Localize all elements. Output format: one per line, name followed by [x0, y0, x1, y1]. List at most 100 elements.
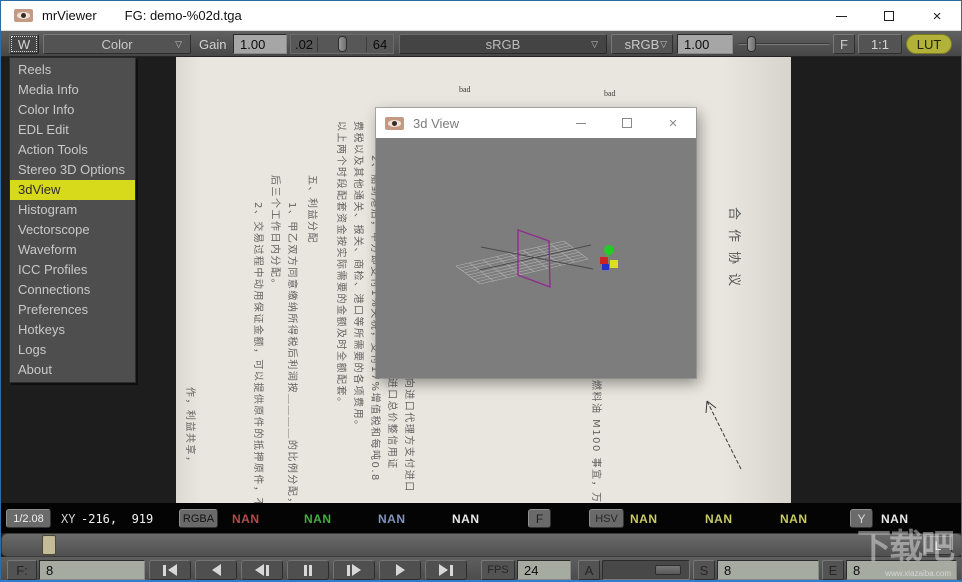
mrviewer-window: mrViewer FG: demo-%02d.tga × W Color ▽ G…	[0, 0, 962, 582]
3d-view-minimize-button[interactable]	[558, 108, 604, 138]
rgba-button[interactable]: RGBA	[179, 509, 218, 528]
wipe-button[interactable]: W	[9, 34, 39, 54]
channel-dropdown-label: Color	[101, 37, 132, 52]
minimize-button[interactable]	[817, 1, 865, 31]
step-backward-button[interactable]	[241, 560, 283, 580]
app-eye-icon	[385, 117, 404, 130]
alpha-value: NAN	[452, 509, 480, 528]
display-dropdown[interactable]: sRGB ▽	[611, 34, 673, 54]
play-forward-icon	[396, 564, 405, 576]
3d-view-title-bar[interactable]: 3d View ×	[376, 108, 696, 138]
menu-item-stereo-3d-options[interactable]: Stereo 3D Options	[10, 160, 135, 180]
menu-item-reels[interactable]: Reels	[10, 60, 135, 80]
timeline-playhead[interactable]	[42, 535, 56, 555]
chevron-down-icon: ▽	[660, 39, 667, 50]
hsv-button[interactable]: HSV	[589, 509, 624, 528]
play-forward-button[interactable]	[379, 560, 421, 580]
pause-button[interactable]	[287, 560, 329, 580]
gamma-slider-handle[interactable]	[747, 36, 756, 52]
minimize-icon	[576, 123, 586, 124]
start-frame-input[interactable]: 8	[717, 560, 819, 580]
menu-item-vectorscope[interactable]: Vectorscope	[10, 220, 135, 240]
lut-button[interactable]: LUT	[906, 34, 952, 54]
3d-axis-gizmo	[600, 245, 618, 270]
foreground-file-label: FG: demo-%02d.tga	[125, 8, 242, 23]
toolbar: W Color ▽ Gain 1.00 .02 64 sRGB ▽ sRGB ▽…	[1, 31, 961, 57]
step-backward-icon	[255, 564, 264, 576]
gain-slider-min: .02	[291, 37, 318, 52]
luminance-button[interactable]: Y	[850, 509, 873, 528]
channel-dropdown[interactable]: Color ▽	[43, 34, 191, 54]
menu-item-edl-edit[interactable]: EDL Edit	[10, 120, 135, 140]
red-value: NAN	[232, 509, 260, 528]
zoom-ratio-button[interactable]: 1:1	[858, 34, 902, 54]
status-bar: 1/2.08 XY -216, 919 RGBA NAN NAN NAN NAN…	[1, 503, 962, 533]
menu-item-preferences[interactable]: Preferences	[10, 300, 135, 320]
menu-item-connections[interactable]: Connections	[10, 280, 135, 300]
timeline-track[interactable]: L	[1, 533, 962, 557]
3d-grid	[456, 241, 588, 284]
fps-input[interactable]: 24	[517, 560, 571, 580]
menu-item-color-info[interactable]: Color Info	[10, 100, 135, 120]
fps-label-button[interactable]: FPS	[481, 560, 515, 580]
a-button[interactable]: A	[578, 560, 600, 580]
blue-value: NAN	[378, 509, 406, 528]
app-name: mrViewer	[42, 8, 97, 23]
end-frame-input[interactable]: 8	[846, 560, 957, 580]
title-bar[interactable]: mrViewer FG: demo-%02d.tga ×	[1, 1, 961, 31]
audio-volume-handle[interactable]	[655, 565, 681, 575]
menu-item-about[interactable]: About	[10, 360, 135, 380]
skip-to-end-icon	[439, 564, 448, 576]
green-value: NAN	[304, 509, 332, 528]
3d-view-maximize-button[interactable]	[604, 108, 650, 138]
zoom-level-button[interactable]: 1/2.08	[6, 509, 51, 528]
gamma-input[interactable]: 1.00	[677, 34, 733, 54]
colorspace-dropdown-label: sRGB	[486, 37, 521, 52]
xy-label: XY	[61, 509, 75, 528]
menu-item-media-info[interactable]: Media Info	[10, 80, 135, 100]
menu-item-icc-profiles[interactable]: ICC Profiles	[10, 260, 135, 280]
frame-button[interactable]: F	[833, 34, 855, 54]
end-frame-button[interactable]: E	[822, 560, 844, 580]
gain-input[interactable]: 1.00	[233, 34, 287, 54]
skip-to-start-icon	[163, 565, 166, 576]
context-menu: Reels Media Info Color Info EDL Edit Act…	[9, 57, 136, 383]
gain-slider-handle[interactable]	[338, 36, 347, 52]
menu-item-3dview[interactable]: 3dView	[10, 180, 135, 200]
transport-bar: F: 8 FPS 24 A S 8 E 8	[1, 557, 962, 582]
colorspace-dropdown[interactable]: sRGB ▽	[399, 34, 607, 54]
gain-slider[interactable]: .02 64	[290, 34, 394, 54]
menu-item-hotkeys[interactable]: Hotkeys	[10, 320, 135, 340]
float-values-button[interactable]: F	[528, 509, 551, 528]
close-icon: ×	[933, 9, 942, 24]
minimize-icon	[836, 16, 847, 17]
audio-volume-slider[interactable]	[602, 560, 690, 580]
frame-label-button[interactable]: F:	[7, 560, 37, 580]
3d-view-close-button[interactable]: ×	[650, 108, 696, 138]
skip-to-start-button[interactable]	[149, 560, 191, 580]
3d-view-title: 3d View	[413, 116, 459, 131]
skip-to-end-button[interactable]	[425, 560, 467, 580]
start-frame-button[interactable]: S	[693, 560, 715, 580]
luminance-value: NAN	[881, 509, 909, 528]
loop-button[interactable]: L	[924, 536, 952, 555]
gain-label: Gain	[199, 34, 226, 54]
current-frame-input[interactable]: 8	[39, 560, 145, 580]
close-button[interactable]: ×	[913, 1, 961, 31]
3d-view-canvas[interactable]	[376, 138, 696, 378]
menu-item-histogram[interactable]: Histogram	[10, 200, 135, 220]
play-backward-icon	[212, 564, 221, 576]
maximize-icon	[884, 11, 894, 21]
maximize-icon	[622, 118, 632, 128]
menu-item-waveform[interactable]: Waveform	[10, 240, 135, 260]
app-eye-icon	[14, 9, 33, 22]
maximize-button[interactable]	[865, 1, 913, 31]
play-backward-button[interactable]	[195, 560, 237, 580]
close-icon: ×	[669, 116, 678, 131]
menu-item-logs[interactable]: Logs	[10, 340, 135, 360]
value-value: NAN	[780, 509, 808, 528]
step-forward-button[interactable]	[333, 560, 375, 580]
menu-item-action-tools[interactable]: Action Tools	[10, 140, 135, 160]
gamma-slider[interactable]	[737, 34, 831, 54]
gain-slider-max: 64	[366, 37, 393, 52]
